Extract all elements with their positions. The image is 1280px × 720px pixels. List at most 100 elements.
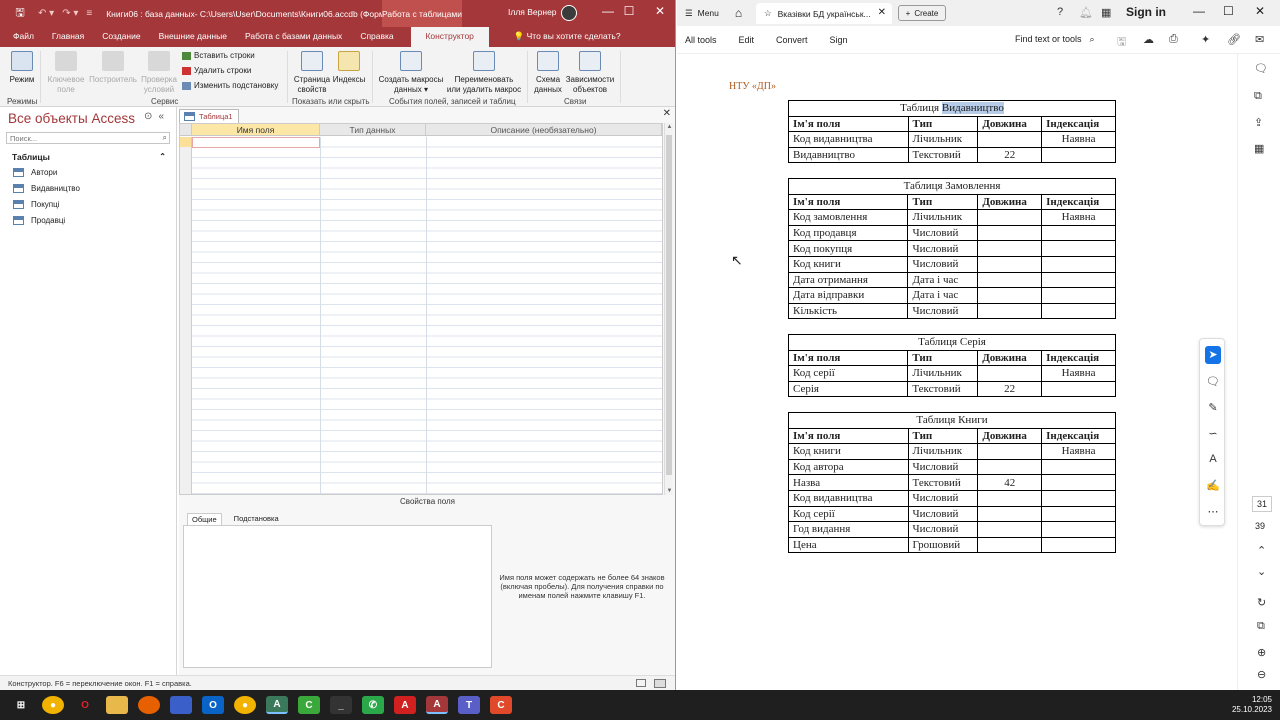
create-data-macros-button[interactable]: Создать макросы данных ▾ bbox=[376, 51, 446, 95]
maximize-button[interactable]: ☐ bbox=[616, 4, 642, 18]
add-comment-icon[interactable]: 🗨︎ bbox=[1205, 375, 1221, 388]
sign-button[interactable]: Sign bbox=[830, 35, 848, 45]
star-icon[interactable]: ☆ bbox=[764, 8, 772, 19]
terminal-icon[interactable]: _ bbox=[330, 696, 352, 714]
insert-rows-button[interactable]: Вставить строки bbox=[182, 51, 255, 60]
close-document-icon[interactable]: ✕ bbox=[663, 108, 671, 119]
mail-icon[interactable]: ✉ bbox=[1255, 33, 1264, 46]
close-tab-icon[interactable]: ✕ bbox=[878, 7, 886, 18]
field-properties-panel[interactable] bbox=[183, 525, 492, 668]
tab-file[interactable]: Файл bbox=[4, 27, 43, 47]
print-icon[interactable]: ⎙ bbox=[1169, 33, 1178, 46]
firefox-icon[interactable] bbox=[138, 696, 160, 714]
chrome-icon[interactable]: ● bbox=[42, 696, 64, 714]
undo-icon[interactable]: ↶ ▾ bbox=[38, 8, 54, 19]
acrobat-icon[interactable]: A bbox=[394, 696, 416, 714]
tab-lookup[interactable]: Подстановка bbox=[230, 513, 283, 525]
page-up-icon[interactable]: ⌃ bbox=[1257, 544, 1266, 557]
tab-database-tools[interactable]: Работа с базами данных bbox=[236, 27, 351, 47]
more-tools-icon[interactable]: ⋯ bbox=[1205, 505, 1221, 518]
help-icon[interactable]: ? bbox=[1057, 6, 1063, 18]
camtasia-recorder-icon[interactable]: C bbox=[490, 696, 512, 714]
thumbnails-icon[interactable]: ▦ bbox=[1254, 142, 1264, 155]
select-all-corner[interactable] bbox=[180, 124, 192, 135]
sign-in-button[interactable]: Sign in bbox=[1126, 5, 1166, 19]
caption-selected-text[interactable]: Видавництво bbox=[941, 102, 1004, 115]
document-tab[interactable]: Таблица1 bbox=[179, 109, 239, 123]
scroll-up-icon[interactable]: ▲ bbox=[665, 124, 674, 130]
chevron-up-icon[interactable]: ⌃ bbox=[159, 152, 166, 161]
sign-tool-icon[interactable]: ✍ bbox=[1205, 479, 1221, 492]
camtasia-icon[interactable]: C bbox=[298, 696, 320, 714]
nav-collapse-icon[interactable]: « bbox=[158, 111, 170, 122]
grid-rows[interactable] bbox=[180, 137, 662, 494]
indexes-button[interactable]: Индексы bbox=[332, 51, 366, 85]
datasheet-view-icon[interactable] bbox=[636, 679, 646, 687]
col-header-field-name[interactable]: Имя поля bbox=[192, 124, 320, 135]
draw-icon[interactable]: ∽ bbox=[1205, 427, 1221, 440]
design-view-icon[interactable] bbox=[654, 679, 666, 688]
avatar[interactable] bbox=[561, 5, 577, 21]
col-header-data-type[interactable]: Тип данных bbox=[320, 124, 426, 135]
scroll-thumb[interactable] bbox=[666, 135, 672, 475]
edit-button[interactable]: Edit bbox=[739, 35, 755, 45]
outlook-icon[interactable]: O bbox=[202, 696, 224, 714]
refresh-icon[interactable]: ↻ bbox=[1257, 596, 1266, 609]
tab-create[interactable]: Создание bbox=[93, 27, 149, 47]
file-explorer-icon[interactable] bbox=[106, 696, 128, 714]
customize-qat-icon[interactable]: ≡ bbox=[86, 8, 92, 19]
app-icon[interactable] bbox=[170, 696, 192, 714]
nav-search-input[interactable]: Поиск... ⌕ bbox=[6, 132, 170, 144]
highlight-icon[interactable]: ✎ bbox=[1205, 401, 1221, 414]
tell-me-input[interactable]: 💡 Что вы хотите сделать? bbox=[505, 27, 630, 47]
tab-home[interactable]: Главная bbox=[43, 27, 93, 47]
nav-header[interactable]: Все объекты Access ⊙« bbox=[0, 107, 176, 129]
nav-category-tables[interactable]: Таблицы ⌃ bbox=[12, 152, 170, 164]
user-name[interactable]: Ілля Вернер bbox=[508, 7, 557, 17]
text-box-icon[interactable]: A bbox=[1205, 453, 1221, 465]
grid-scrollbar[interactable]: ▲ ▼ bbox=[664, 123, 673, 495]
save-icon[interactable]: 🖫 bbox=[10, 4, 30, 23]
test-validation-button[interactable]: Проверка условий bbox=[138, 51, 180, 95]
builder-button[interactable]: Построитель bbox=[88, 51, 138, 85]
page-down-icon[interactable]: ⌄ bbox=[1257, 565, 1266, 578]
ai-assistant-icon[interactable]: ✦ bbox=[1201, 33, 1210, 46]
tab-external-data[interactable]: Внешние данные bbox=[150, 27, 236, 47]
upload-icon[interactable]: ☁ bbox=[1143, 33, 1154, 46]
zoom-out-icon[interactable]: ⊖ bbox=[1257, 668, 1266, 681]
system-clock[interactable]: 12:05 25.10.2023 bbox=[1232, 695, 1272, 715]
windows-start-icon[interactable]: ⊞ bbox=[10, 696, 32, 714]
nav-item-sellers[interactable]: Продавці bbox=[0, 212, 176, 228]
tab-general[interactable]: Общие bbox=[187, 513, 222, 525]
tab-design[interactable]: Конструктор bbox=[410, 27, 489, 47]
app-a-icon[interactable]: A bbox=[266, 696, 288, 714]
close-button[interactable]: ✕ bbox=[647, 4, 673, 18]
nav-item-publisher[interactable]: Видавництво bbox=[0, 180, 176, 196]
row-selector-column[interactable] bbox=[180, 137, 192, 494]
close-button[interactable]: ✕ bbox=[1255, 4, 1265, 18]
search-icon[interactable]: ⌕ bbox=[163, 133, 167, 143]
modify-lookups-button[interactable]: Изменить подстановку bbox=[182, 81, 278, 90]
field-name-cell-active[interactable] bbox=[192, 137, 320, 148]
zoom-in-icon[interactable]: ⊕ bbox=[1257, 646, 1266, 659]
relationships-button[interactable]: Схема данных bbox=[530, 51, 566, 95]
bell-icon[interactable]: 🔔︎ bbox=[1079, 6, 1093, 19]
property-sheet-button[interactable]: Страница свойств bbox=[292, 51, 332, 95]
bookmark-icon[interactable]: ⧉ bbox=[1254, 90, 1262, 103]
minimize-button[interactable]: — bbox=[1193, 4, 1205, 18]
chrome-2-icon[interactable]: ● bbox=[234, 696, 256, 714]
rename-delete-macro-button[interactable]: Переименовать или удалить макрос bbox=[446, 51, 522, 95]
page-number-input[interactable]: 31 bbox=[1252, 496, 1272, 512]
export-icon[interactable]: ⇪ bbox=[1254, 116, 1263, 129]
menu-button[interactable]: ☰ Menu bbox=[685, 8, 719, 19]
access-icon[interactable]: A bbox=[426, 696, 448, 714]
pdf-document-tab[interactable]: ☆ Вказівки БД українськ... ✕ bbox=[756, 3, 892, 24]
save-icon[interactable]: 🖫 bbox=[1117, 33, 1126, 52]
redo-icon[interactable]: ↷ ▾ bbox=[62, 8, 78, 19]
col-header-description[interactable]: Описание (необязательно) bbox=[426, 124, 662, 135]
green-app-icon[interactable]: ✆ bbox=[362, 696, 384, 714]
find-tools-input[interactable]: Find text or tools ⌕ bbox=[1015, 34, 1095, 45]
comment-icon[interactable]: 🗨︎ bbox=[1254, 62, 1268, 75]
link-icon[interactable]: 🔗︎ bbox=[1227, 33, 1241, 46]
apps-grid-icon[interactable]: ▦ bbox=[1101, 6, 1111, 19]
